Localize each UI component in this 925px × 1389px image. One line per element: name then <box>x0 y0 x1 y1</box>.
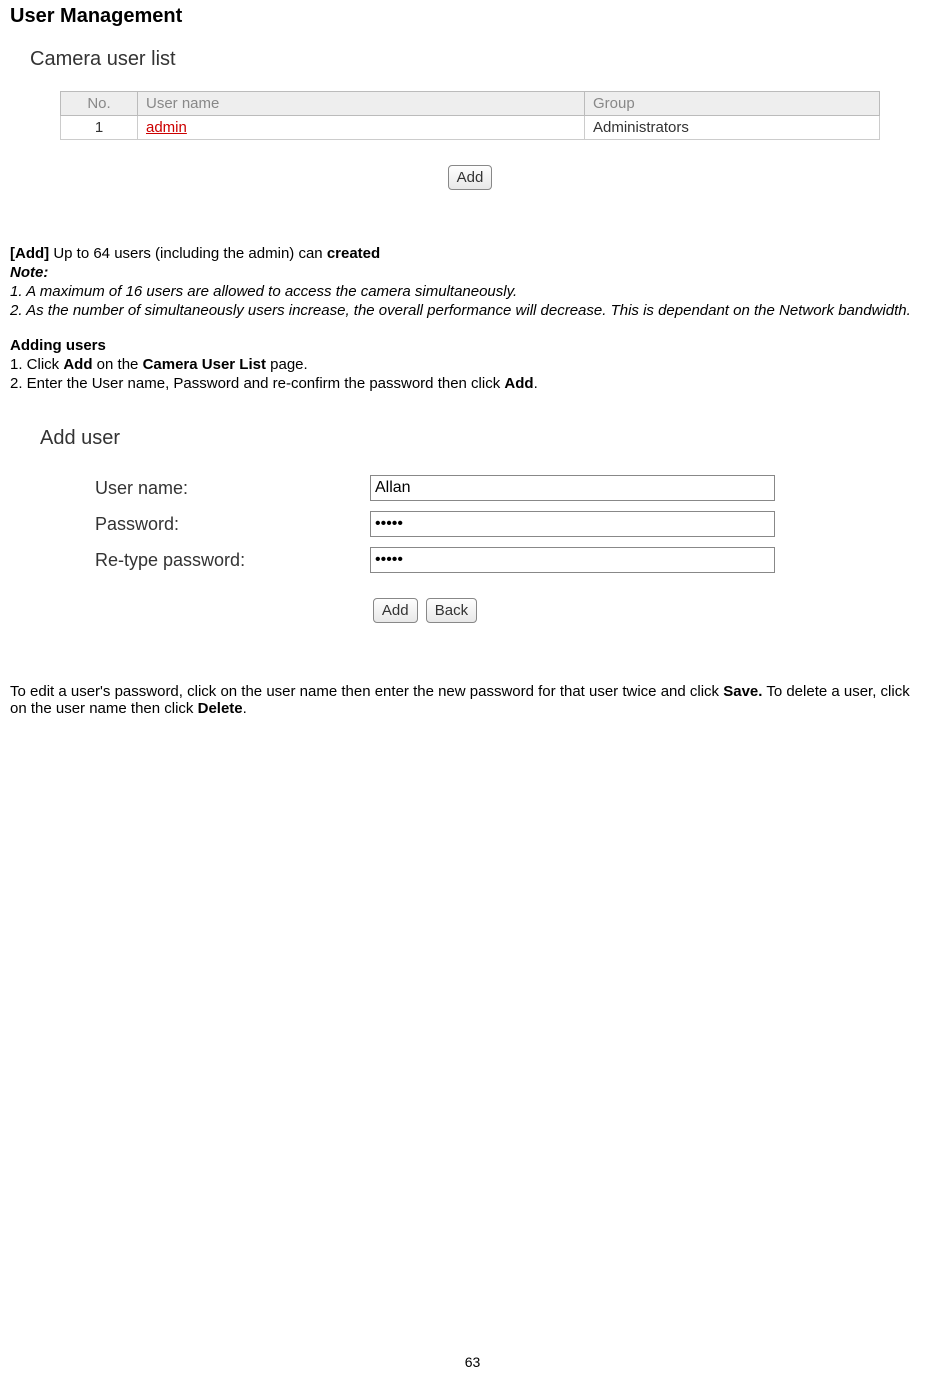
user-list-heading: Camera user list <box>30 48 915 71</box>
retype-password-label: Re-type password: <box>95 550 370 571</box>
step-1: 1. Click Add on the Camera User List pag… <box>10 356 915 373</box>
user-link-admin[interactable]: admin <box>146 119 187 136</box>
add-button[interactable]: Add <box>448 165 493 190</box>
retype-password-input[interactable] <box>370 547 775 573</box>
adding-users-heading: Adding users <box>10 337 915 354</box>
add-description: [Add] Up to 64 users (including the admi… <box>10 245 915 319</box>
adding-users-section: Adding users 1. Click Add on the Camera … <box>10 337 915 392</box>
note-line-1: 1. A maximum of 16 users are allowed to … <box>10 283 915 300</box>
col-no: No. <box>61 92 138 116</box>
user-list-table: No. User name Group 1 admin Administrato… <box>60 91 880 140</box>
table-row: 1 admin Administrators <box>61 116 880 140</box>
page-title: User Management <box>10 5 915 28</box>
step-2: 2. Enter the User name, Password and re-… <box>10 375 915 392</box>
col-group: Group <box>585 92 880 116</box>
note-line-2: 2. As the number of simultaneously users… <box>10 302 915 319</box>
username-label: User name: <box>95 478 370 499</box>
add-user-form: Add user User name: Password: Re-type pa… <box>40 427 915 623</box>
password-input[interactable] <box>370 511 775 537</box>
note-label: Note: <box>10 264 915 281</box>
username-input[interactable] <box>370 475 775 501</box>
page-number: 63 <box>10 1354 925 1370</box>
col-username: User name <box>138 92 585 116</box>
add-label: [Add] <box>10 245 49 262</box>
add-user-heading: Add user <box>40 427 915 450</box>
cell-group: Administrators <box>585 116 880 140</box>
cell-username: admin <box>138 116 585 140</box>
cell-no: 1 <box>61 116 138 140</box>
edit-delete-paragraph: To edit a user's password, click on the … <box>10 683 915 717</box>
back-button[interactable]: Back <box>426 598 477 623</box>
add-user-button[interactable]: Add <box>373 598 418 623</box>
user-list-section: Camera user list No. User name Group 1 a… <box>10 48 915 190</box>
password-label: Password: <box>95 514 370 535</box>
